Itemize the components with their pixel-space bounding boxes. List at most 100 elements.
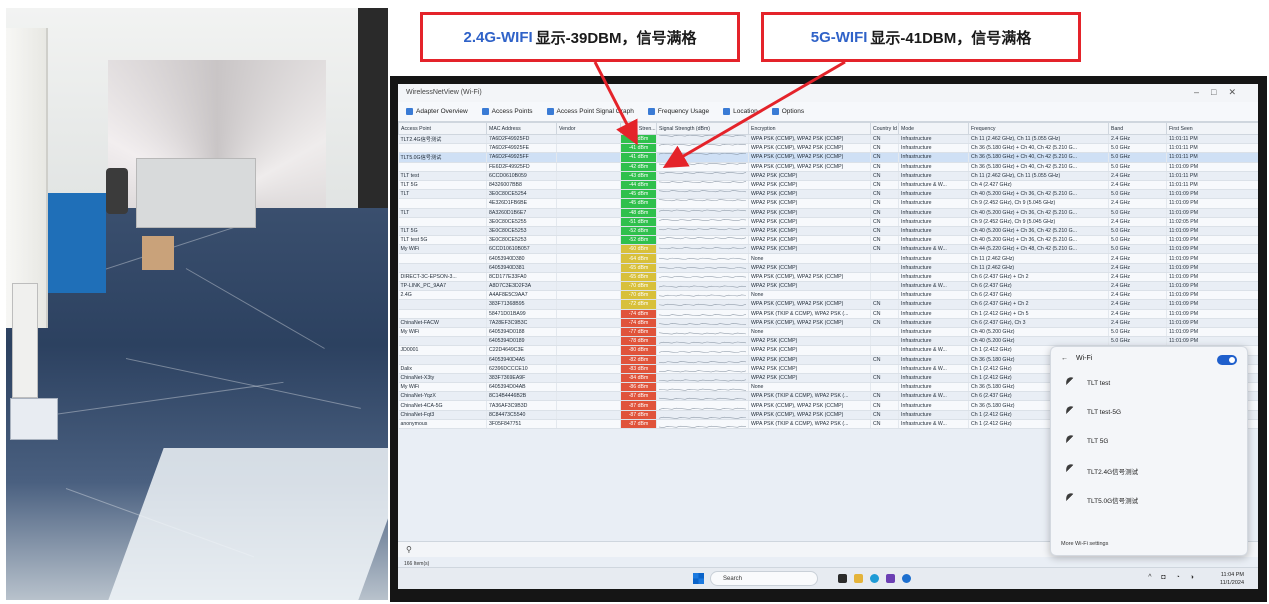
table-cell: WPA2 PSK (CCMP): [748, 226, 871, 237]
taskbar-search[interactable]: Search: [710, 571, 818, 586]
back-arrow-icon[interactable]: ←: [1061, 355, 1068, 362]
table-cell: [556, 345, 621, 356]
wifi-signal-icon: [1065, 379, 1077, 388]
table-cell: Ch 9 (2.452 GHz), Ch 9 (5.045 GHz): [968, 198, 1109, 209]
table-cell: [398, 143, 487, 154]
task-view-icon[interactable]: [838, 574, 847, 583]
toolbar-item-1[interactable]: Access Points: [481, 107, 533, 116]
column-header[interactable]: Country Id: [870, 122, 899, 135]
table-row[interactable]: TLT 5G 3E0C80CE5253 -52 dBm WPA2 PSK (CCMP)…: [398, 226, 1258, 237]
table-row[interactable]: TLT 3E0C80CE5254 -45 dBm WPA2 PSK (CCMP) CN I…: [398, 189, 1258, 200]
table-cell: 6405394D0189: [486, 336, 557, 347]
table-row[interactable]: 3E0C80CE5255 -51 dBm WPA2 PSK (CCMP) CN Infr…: [398, 217, 1258, 227]
table-row[interactable]: ChinaNet-FACW 7A28EF3C9B3C -74 dBm WPA PSK …: [398, 318, 1258, 328]
column-header[interactable]: MAC Address: [486, 122, 557, 135]
table-cell: [398, 299, 487, 310]
table-cell: 11:01:09 PM: [1166, 208, 1258, 218]
column-header[interactable]: Frequency: [968, 122, 1109, 135]
table-row[interactable]: 7A6D2F49925FE -41 dBm WPA PSK (CCMP), WPA2…: [398, 143, 1258, 154]
table-cell: Ch 11 (2.462 GHz), Ch 11 (5.055 GHz): [968, 134, 1109, 145]
table-row[interactable]: 383F71368B95 -72 dBm WPA PSK (CCMP), WPA2 …: [398, 299, 1258, 310]
column-header[interactable]: Access Point: [398, 122, 487, 135]
edge-icon[interactable]: [870, 574, 879, 583]
table-row[interactable]: TLT5.0G信号测试 7A6D2F49925FF -41 dBm WPA PSK (…: [398, 152, 1258, 163]
toolbar-item-label: Access Points: [491, 108, 533, 115]
table-cell: [556, 235, 621, 246]
table-cell: [870, 263, 899, 273]
app-icon[interactable]: [902, 574, 911, 583]
wifi-network-item[interactable]: TLT5.0G信号测试: [1051, 485, 1247, 514]
wifi-network-item[interactable]: TLT 5G: [1051, 427, 1247, 456]
store-icon[interactable]: [886, 574, 895, 583]
table-row[interactable]: 64053940D381 -65 dBm WPA2 PSK (CCMP) Infras…: [398, 263, 1258, 273]
signal-sparkline: [656, 217, 749, 227]
table-cell: CN: [870, 226, 899, 237]
table-row[interactable]: FE6D2F49925FD -42 dBm WPA PSK (CCMP), WPA2…: [398, 162, 1258, 172]
table-cell: None: [748, 382, 871, 393]
table-cell: 7A6D2F49925FD: [486, 134, 557, 145]
table-cell: Infrastructure: [898, 290, 969, 301]
table-row[interactable]: TLT 8A3260D1B6E7 -48 dBm WPA2 PSK (CCMP) CN I…: [398, 208, 1258, 218]
column-header[interactable]: Encryption: [748, 122, 871, 135]
system-tray[interactable]: ^ ◘ ◔ ◑: [1148, 574, 1198, 581]
table-row[interactable]: DIRECT-3C-EPSON-3... 8CD177E33FA0 -65 dBm W…: [398, 272, 1258, 283]
table-cell: 84326007BB8: [486, 180, 557, 191]
table-cell: [556, 400, 621, 411]
signal-cell: -39 dBm: [620, 134, 657, 145]
column-header[interactable]: Signal Stren...: [620, 122, 657, 135]
column-header[interactable]: First Seen: [1166, 122, 1258, 135]
table-cell: A4AF8E5C9AA7: [486, 290, 557, 301]
table-row[interactable]: TLT 5G 84326007BB8 -44 dBm WPA2 PSK (CCMP) C…: [398, 180, 1258, 191]
toolbar-item-2[interactable]: Access Point Signal Graph: [546, 107, 634, 116]
table-cell: 383F71368B95: [486, 299, 557, 310]
table-cell: Ch 40 (5.200 GHz): [968, 327, 1109, 338]
table-cell: TLT test 5G: [398, 235, 487, 246]
toolbar-item-5[interactable]: Options: [771, 107, 804, 116]
column-header[interactable]: Mode: [898, 122, 969, 135]
search-icon[interactable]: ⚲: [406, 545, 412, 554]
callout-5g: 5G-WIFI 显示-41DBM，信号满格: [761, 12, 1081, 62]
photo-chair: [106, 168, 128, 214]
table-cell: CN: [870, 391, 899, 402]
table-row[interactable]: TLT2.4G信号测试 7A6D2F49925FD -39 dBm WPA PSK (…: [398, 134, 1258, 145]
table-row[interactable]: TP-LINK_PC_9AA7 A8D7C3E3D2F3A -70 dBm WPA2 …: [398, 281, 1258, 292]
table-cell: WPA2 PSK (CCMP): [748, 244, 871, 255]
table-cell: 5.0 GHz: [1108, 189, 1167, 200]
column-header[interactable]: Vendor: [556, 122, 621, 135]
window-controls[interactable]: –□✕: [1194, 87, 1248, 98]
table-row[interactable]: 4E326D1FB6BE -45 dBm WPA2 PSK (CCMP) CN Infr…: [398, 198, 1258, 209]
column-header[interactable]: Band: [1108, 122, 1167, 135]
more-wifi-settings-link[interactable]: More Wi-Fi settings: [1061, 541, 1108, 547]
toolbar-item-3[interactable]: Frequency Usage: [647, 107, 709, 116]
table-row[interactable]: 64053940D380 -64 dBm None Infrastructure Ch …: [398, 253, 1258, 264]
table-row[interactable]: 2.4G A4AF8E5C9AA7 -70 dBm None Infrastructur…: [398, 290, 1258, 301]
toolbar-item-0[interactable]: Adapter Overview: [406, 107, 468, 116]
table-row[interactable]: My WiFi 6405394D0188 -77 dBm None Infrastruc…: [398, 327, 1258, 338]
file-explorer-icon[interactable]: [854, 574, 863, 583]
table-cell: Infrastructure: [898, 189, 969, 200]
column-header[interactable]: Signal Strength (dBm): [656, 122, 749, 135]
table-cell: [556, 327, 621, 338]
table-cell: 2.4 GHz: [1108, 134, 1167, 145]
wifi-network-item[interactable]: TLT2.4G信号测试: [1051, 456, 1247, 485]
windows-start-icon[interactable]: [693, 573, 704, 584]
table-row[interactable]: 6405394D0189 -78 dBm WPA2 PSK (CCMP) Infras…: [398, 336, 1258, 347]
table-cell: 11:01:09 PM: [1166, 235, 1258, 246]
table-cell: Ch 40 (5.200 GHz) + Ch 36, Ch 42 (5.210 …: [968, 235, 1109, 246]
clock[interactable]: 11:04 PM 11/1/2024: [1220, 571, 1244, 587]
signal-sparkline: [656, 373, 749, 384]
table-cell: 8CD177E33FA0: [486, 272, 557, 283]
wifi-network-item[interactable]: TLT test-5G: [1051, 398, 1247, 427]
wifi-toggle[interactable]: [1217, 355, 1237, 365]
table-row[interactable]: My WiFi 6CCD10610B057 -60 dBm WPA2 PSK (CCM…: [398, 244, 1258, 255]
table-row[interactable]: TLT test 6CCD0610B059 -43 dBm WPA2 PSK (CCM…: [398, 171, 1258, 181]
table-cell: 11:01:09 PM: [1166, 198, 1258, 209]
table-cell: DIRECT-3C-EPSON-3...: [398, 272, 487, 283]
toolbar-item-4[interactable]: Location: [723, 107, 758, 116]
table-cell: My WiFi: [398, 382, 487, 393]
table-cell: WPA2 PSK (CCMP): [748, 336, 871, 347]
table-row[interactable]: TLT test 5G 3E0C80CE5253 -52 dBm WPA2 PSK (…: [398, 235, 1258, 246]
wifi-network-name: TLT 5G: [1087, 438, 1109, 445]
table-row[interactable]: 58471D01BA99 -74 dBm WPA PSK (TKIP & CCMP)…: [398, 309, 1258, 319]
wifi-network-item[interactable]: TLT test: [1051, 369, 1247, 398]
